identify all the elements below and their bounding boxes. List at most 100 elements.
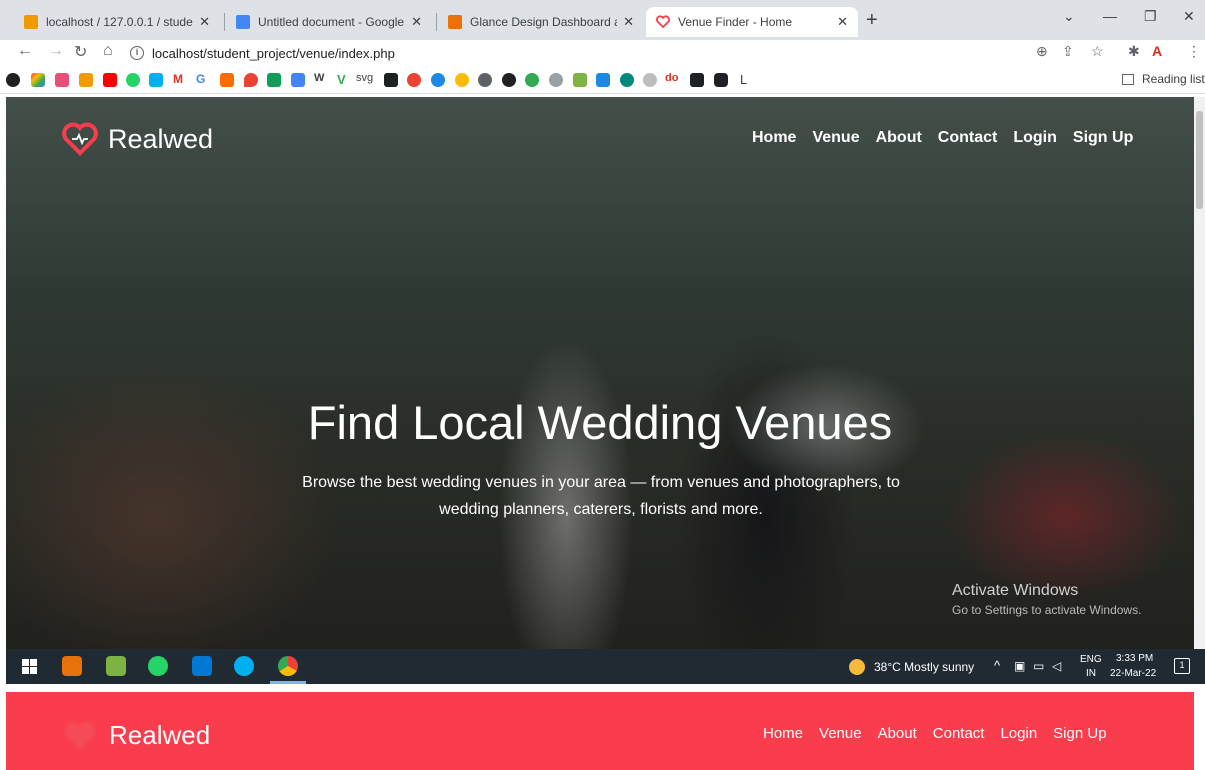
- phpmyadmin-bookmark-icon[interactable]: [79, 73, 93, 87]
- forward-arrow-icon[interactable]: →: [48, 42, 64, 60]
- bookmark-icon[interactable]: [478, 73, 492, 87]
- do-bookmark[interactable]: do: [665, 72, 678, 84]
- reading-list-button[interactable]: Reading list: [1122, 72, 1205, 86]
- minimize-icon[interactable]: —: [1103, 8, 1117, 24]
- bookmark-star-icon[interactable]: ☆: [1091, 43, 1104, 60]
- nav-sign-up[interactable]: Sign Up: [1073, 129, 1133, 147]
- reload-icon[interactable]: ↻: [74, 42, 87, 62]
- close-tab-icon[interactable]: ✕: [837, 14, 848, 30]
- bookmark-icon[interactable]: [714, 73, 728, 87]
- bookmark-icon[interactable]: [549, 73, 563, 87]
- profile-extension-icon[interactable]: A: [1152, 43, 1162, 59]
- tray-chevron-icon[interactable]: ^: [994, 658, 1000, 673]
- browser-tab-venue-finder[interactable]: Venue Finder - Home ✕: [646, 7, 858, 37]
- language-code[interactable]: ENG: [1080, 654, 1102, 665]
- clock-time[interactable]: 3:33 PM: [1116, 653, 1153, 664]
- bookmark-icon[interactable]: [431, 73, 445, 87]
- browser-tab-phpmyadmin[interactable]: localhost / 127.0.0.1 / student_ve ✕: [14, 7, 220, 37]
- bookmark-icon[interactable]: W: [314, 72, 324, 84]
- sheets-bookmark-icon[interactable]: [267, 73, 281, 87]
- bookmark-icon[interactable]: [690, 73, 704, 87]
- bookmark-icon[interactable]: [6, 73, 20, 87]
- sticky-nav-login[interactable]: Login: [1000, 725, 1037, 742]
- windows-start-icon[interactable]: [22, 659, 37, 674]
- nav-contact[interactable]: Contact: [938, 129, 998, 147]
- weather-text[interactable]: 38°C Mostly sunny: [874, 660, 974, 674]
- sticky-nav-sign-up[interactable]: Sign Up: [1053, 725, 1106, 742]
- weather-sun-icon[interactable]: [849, 659, 865, 675]
- docs-bookmark-icon[interactable]: [291, 73, 305, 87]
- bookmark-icon[interactable]: [620, 73, 634, 87]
- bookmark-icon[interactable]: [31, 73, 45, 87]
- browser-tab-strip: localhost / 127.0.0.1 / student_ve ✕ Unt…: [0, 0, 1205, 40]
- google-bookmark-icon[interactable]: G: [196, 72, 205, 86]
- network-icon[interactable]: ▭: [1033, 659, 1044, 673]
- home-icon[interactable]: ⌂: [103, 42, 113, 60]
- notepad-taskbar-icon[interactable]: [106, 656, 126, 676]
- tab-separator: [224, 13, 225, 31]
- chrome-taskbar-icon[interactable]: [278, 656, 298, 676]
- sticky-nav-home[interactable]: Home: [763, 725, 803, 742]
- language-region[interactable]: IN: [1086, 668, 1096, 679]
- gmail-bookmark-icon[interactable]: M: [173, 72, 183, 86]
- bookmark-icon[interactable]: [384, 73, 398, 87]
- svg-bookmark[interactable]: svg: [356, 72, 373, 84]
- close-window-icon[interactable]: ✕: [1183, 8, 1195, 25]
- nav-home[interactable]: Home: [752, 129, 796, 147]
- share-icon[interactable]: ⇪: [1062, 43, 1074, 60]
- hero-subtitle: Browse the best wedding venues in your a…: [302, 474, 900, 518]
- extensions-icon[interactable]: ✱: [1128, 43, 1140, 60]
- page-scrollbar[interactable]: [1194, 97, 1205, 649]
- sticky-brand-name[interactable]: Realwed: [109, 720, 210, 751]
- vscode-taskbar-icon[interactable]: [192, 656, 212, 676]
- zoom-icon[interactable]: ⊕: [1036, 43, 1048, 60]
- maps-bookmark-icon[interactable]: [244, 73, 258, 87]
- reading-list-icon: [1122, 73, 1134, 85]
- back-arrow-icon[interactable]: ←: [17, 42, 33, 60]
- vue-bookmark-icon[interactable]: V: [337, 72, 346, 87]
- l-bookmark[interactable]: L: [740, 72, 747, 87]
- sticky-nav-venue[interactable]: Venue: [819, 725, 862, 742]
- tab-separator: [436, 13, 437, 31]
- bookmark-icon[interactable]: [455, 73, 469, 87]
- notification-center-icon[interactable]: 1: [1174, 658, 1190, 674]
- whatsapp-taskbar-icon[interactable]: [148, 656, 168, 676]
- browser-tab-google-docs[interactable]: Untitled document - Google Doc ✕: [226, 7, 432, 37]
- bookmark-icon[interactable]: [55, 73, 69, 87]
- bookmark-icon[interactable]: [502, 73, 516, 87]
- browser-menu-icon[interactable]: ⋮: [1187, 43, 1201, 60]
- nav-about[interactable]: About: [876, 129, 922, 147]
- activate-windows-watermark: Activate Windows Go to Settings to activ…: [952, 582, 1141, 617]
- close-tab-icon[interactable]: ✕: [199, 14, 210, 30]
- browser-tab-glance-design[interactable]: Glance Design Dashboard an Adi ✕: [438, 7, 644, 37]
- bookmark-icon[interactable]: [596, 73, 610, 87]
- tray-meet-icon[interactable]: ▣: [1014, 659, 1025, 673]
- scrollbar-thumb[interactable]: [1196, 111, 1203, 209]
- sticky-nav-about[interactable]: About: [878, 725, 917, 742]
- volume-icon[interactable]: ◁: [1052, 659, 1061, 673]
- bookmark-icon[interactable]: [149, 73, 163, 87]
- maximize-icon[interactable]: ❐: [1144, 8, 1157, 25]
- bookmark-icon[interactable]: [573, 73, 587, 87]
- sticky-nav-contact[interactable]: Contact: [933, 725, 985, 742]
- bookmark-icon[interactable]: [407, 73, 421, 87]
- xampp-taskbar-icon[interactable]: [62, 656, 82, 676]
- brand-logo[interactable]: Realwed: [62, 122, 213, 156]
- bookmark-icon[interactable]: [643, 73, 657, 87]
- tab-title: Venue Finder - Home: [678, 15, 793, 29]
- nav-venue[interactable]: Venue: [812, 129, 859, 147]
- close-tab-icon[interactable]: ✕: [411, 14, 422, 30]
- address-bar[interactable]: i localhost/student_project/venue/index.…: [130, 41, 1030, 65]
- tab-search-icon[interactable]: ⌄: [1063, 8, 1075, 25]
- close-tab-icon[interactable]: ✕: [623, 14, 634, 30]
- bookmark-icon[interactable]: [525, 73, 539, 87]
- bookmark-icon[interactable]: [220, 73, 234, 87]
- youtube-bookmark-icon[interactable]: [103, 73, 117, 87]
- nav-login[interactable]: Login: [1013, 129, 1057, 147]
- clock-date[interactable]: 22-Mar-22: [1110, 668, 1156, 679]
- whatsapp-bookmark-icon[interactable]: [126, 73, 140, 87]
- bookmarks-bar: M G W V svg do L Reading list: [0, 66, 1205, 94]
- site-info-icon[interactable]: i: [130, 46, 144, 60]
- skype-taskbar-icon[interactable]: [234, 656, 254, 676]
- new-tab-button[interactable]: +: [866, 9, 878, 32]
